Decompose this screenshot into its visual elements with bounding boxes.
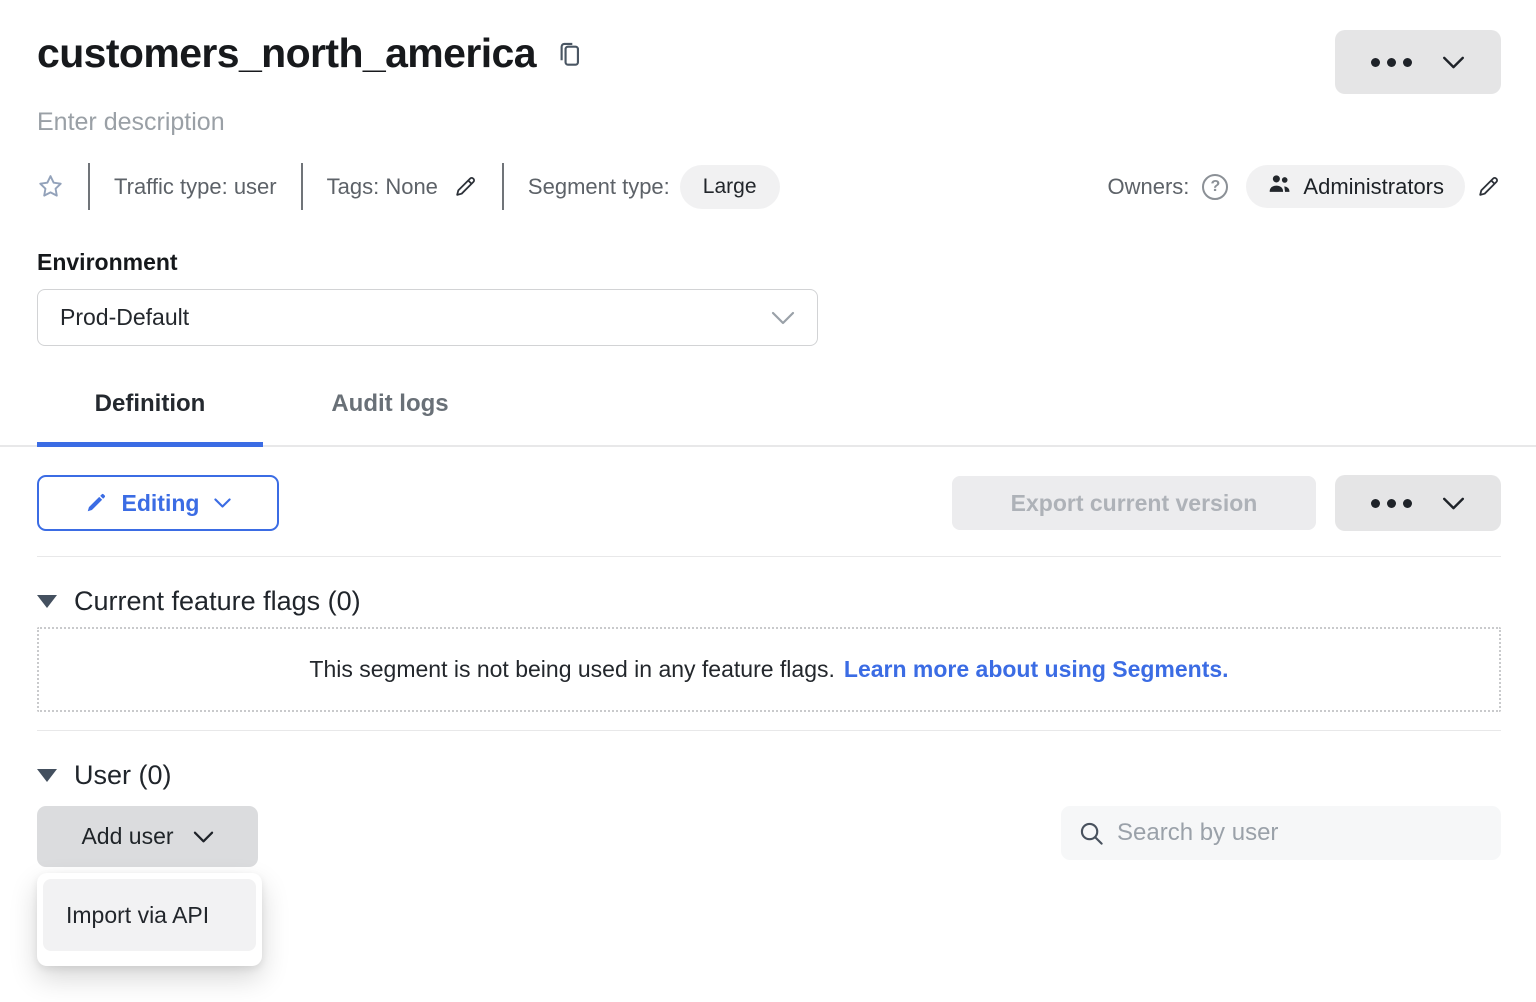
- pencil-icon: [85, 492, 107, 514]
- segment-detail-page: customers_north_america Enter descriptio…: [0, 0, 1536, 1002]
- meta-row: Traffic type: user Tags: None Segment ty…: [37, 163, 1501, 210]
- feature-flags-section-title: Current feature flags (0): [74, 586, 361, 617]
- owners-label: Owners:: [1107, 174, 1189, 200]
- chevron-down-icon: [1442, 56, 1465, 69]
- owners-badge: Administrators: [1246, 165, 1465, 208]
- editing-dropdown-button[interactable]: Editing: [37, 475, 279, 531]
- people-icon: [1267, 171, 1292, 202]
- help-icon[interactable]: [1202, 174, 1228, 200]
- description-input[interactable]: Enter description: [37, 108, 225, 137]
- owners-group: Owners: Administrators: [1107, 165, 1501, 208]
- user-search-input[interactable]: [1117, 819, 1484, 847]
- user-search-box: [1061, 806, 1501, 860]
- ellipsis-icon: [1371, 58, 1412, 67]
- chevron-down-icon: [771, 311, 795, 325]
- tab-definition[interactable]: Definition: [37, 384, 263, 445]
- add-user-label: Add user: [81, 823, 173, 850]
- header-overflow-menu-button[interactable]: [1335, 30, 1501, 94]
- segment-type-badge: Large: [680, 165, 780, 209]
- title-row: customers_north_america: [37, 30, 583, 77]
- add-user-button[interactable]: Add user: [37, 806, 258, 867]
- segment-type-label: Segment type:: [528, 174, 670, 200]
- tab-audit-logs[interactable]: Audit logs: [283, 384, 497, 445]
- chevron-down-icon: [193, 831, 214, 843]
- favorite-star-icon[interactable]: [37, 173, 64, 200]
- chevron-down-icon: [1442, 497, 1465, 510]
- edit-tags-pencil-icon[interactable]: [453, 174, 478, 199]
- feature-flags-empty-text: This segment is not being used in any fe…: [309, 656, 834, 683]
- toolbar-overflow-menu-button[interactable]: [1335, 475, 1501, 531]
- page-title: customers_north_america: [37, 30, 536, 77]
- chevron-down-icon: [214, 498, 231, 508]
- copy-icon[interactable]: [556, 39, 583, 69]
- owners-value: Administrators: [1303, 174, 1444, 200]
- section-divider: [37, 730, 1501, 731]
- traffic-type-label: Traffic type: user: [114, 174, 277, 200]
- user-section-header[interactable]: User (0): [37, 760, 172, 791]
- environment-select[interactable]: Prod-Default: [37, 289, 818, 346]
- menu-item-import-via-api[interactable]: Import via API: [43, 879, 256, 951]
- section-divider: [37, 556, 1501, 557]
- export-current-version-button[interactable]: Export current version: [952, 476, 1316, 530]
- search-icon: [1078, 820, 1105, 847]
- tab-bar: Definition Audit logs: [0, 384, 1536, 447]
- collapse-caret-icon: [37, 595, 57, 608]
- editing-label: Editing: [122, 490, 200, 517]
- user-section-title: User (0): [74, 760, 172, 791]
- add-user-menu: Import via API: [37, 873, 262, 966]
- meta-divider: [88, 163, 90, 210]
- tags-label: Tags: None: [327, 174, 438, 200]
- collapse-caret-icon: [37, 769, 57, 782]
- meta-divider: [301, 163, 303, 210]
- meta-divider: [502, 163, 504, 210]
- environment-select-value: Prod-Default: [60, 304, 189, 331]
- edit-owners-pencil-icon[interactable]: [1476, 174, 1501, 199]
- feature-flags-empty-box: This segment is not being used in any fe…: [37, 627, 1501, 712]
- environment-label: Environment: [37, 249, 178, 276]
- feature-flags-section-header[interactable]: Current feature flags (0): [37, 586, 361, 617]
- learn-more-link[interactable]: Learn more about using Segments.: [844, 656, 1229, 683]
- ellipsis-icon: [1371, 499, 1412, 508]
